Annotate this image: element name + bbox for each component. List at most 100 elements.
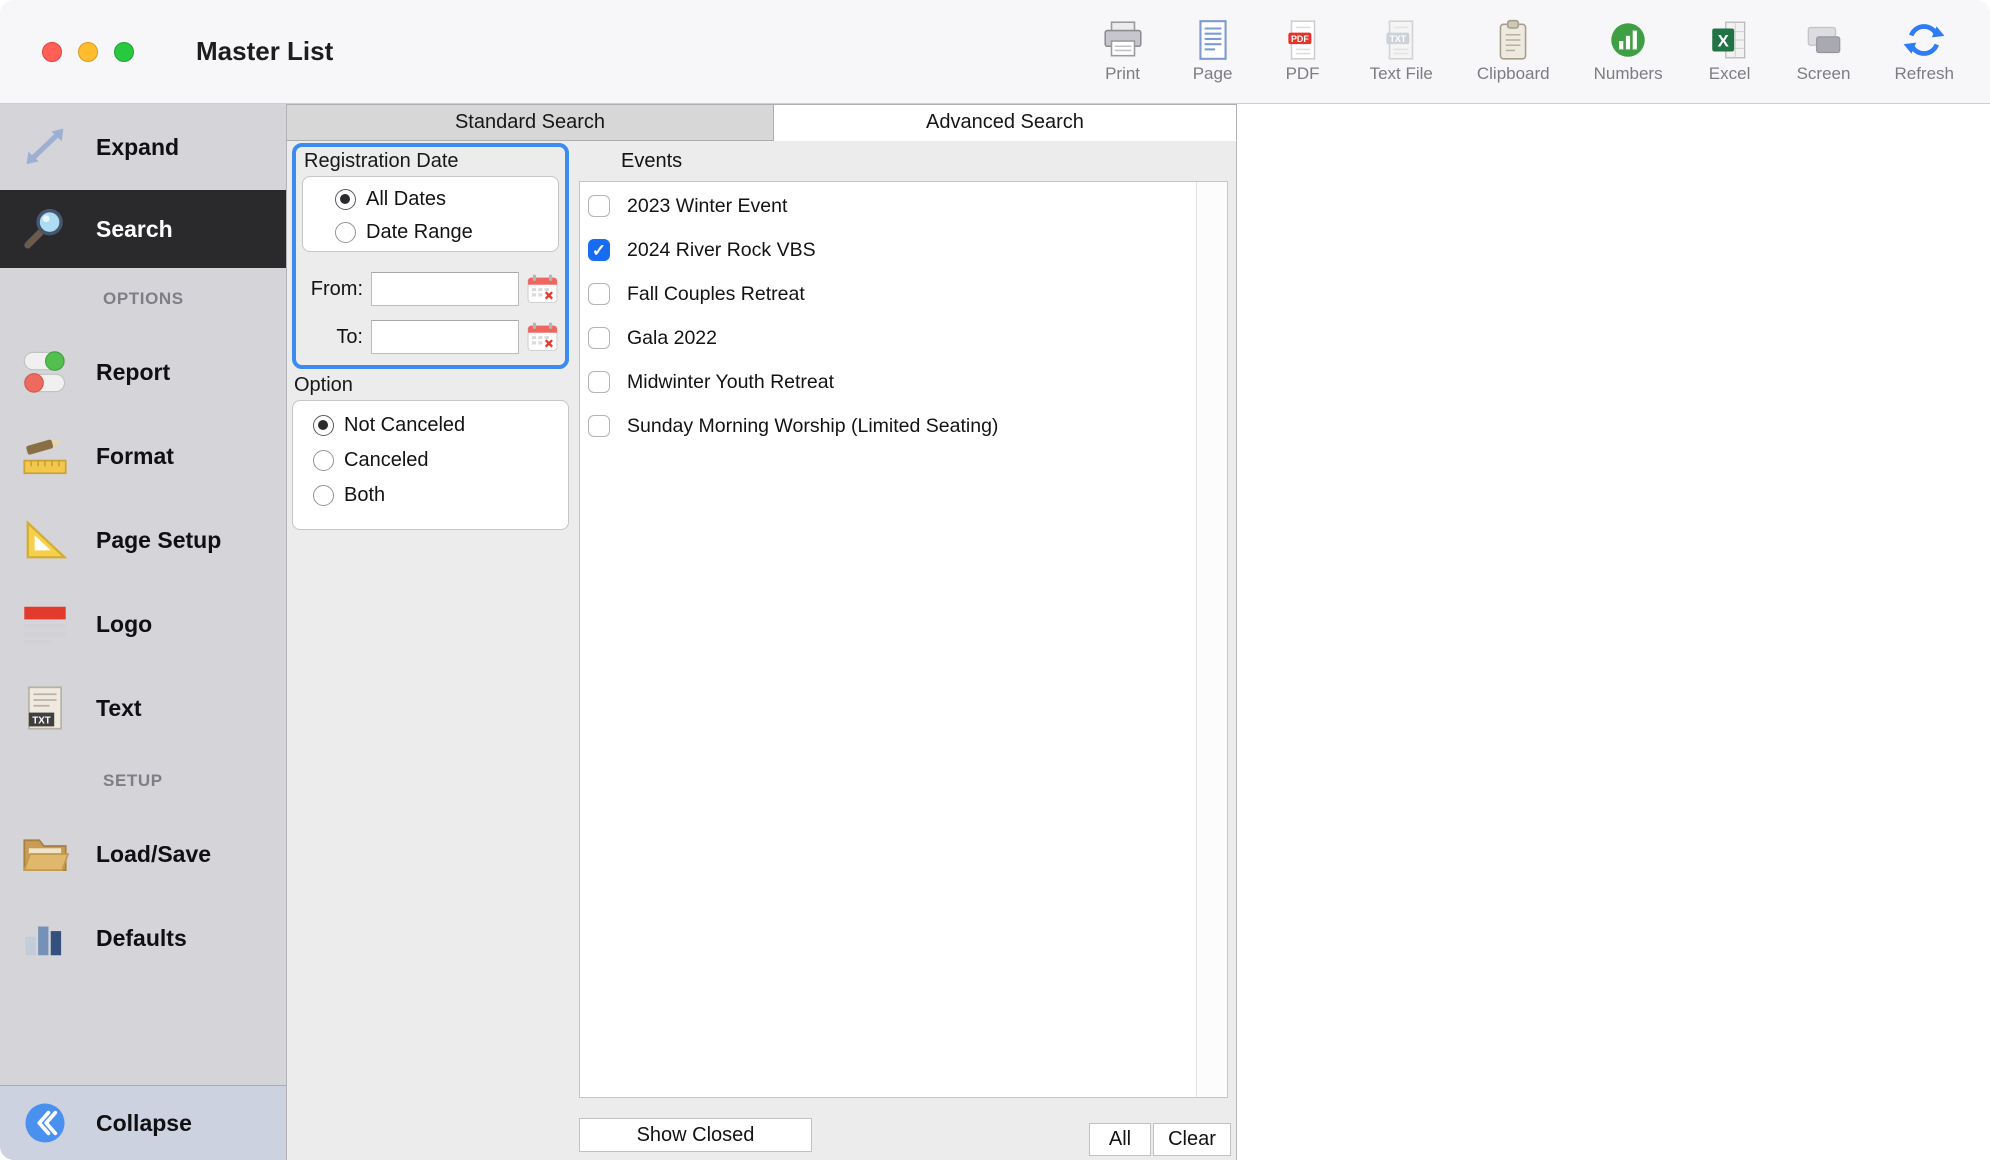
toolbar-pdf-button[interactable]: PDF PDF: [1280, 19, 1326, 84]
excel-icon: X: [1707, 19, 1753, 61]
event-checkbox[interactable]: [588, 415, 610, 437]
sidebar-item-load-save[interactable]: Load/Save: [0, 812, 286, 896]
not-canceled-label: Not Canceled: [344, 414, 465, 437]
canceled-label: Canceled: [344, 449, 429, 472]
select-all-button[interactable]: All: [1089, 1123, 1151, 1156]
sidebar-item-format[interactable]: Format: [0, 414, 286, 498]
canceled-radio[interactable]: [313, 450, 334, 471]
from-date-input[interactable]: [371, 272, 519, 306]
app-window: Master List Print Page PDF PDF: [0, 0, 1990, 1160]
to-label: To:: [302, 326, 363, 349]
event-checkbox[interactable]: [588, 239, 610, 261]
all-dates-radio[interactable]: [335, 189, 356, 210]
search-tabs: Standard Search Advanced Search: [287, 104, 1237, 141]
to-calendar-button[interactable]: [526, 322, 559, 352]
date-range-radio[interactable]: [335, 222, 356, 243]
date-range-fields: From: To:: [302, 265, 559, 361]
to-date-input[interactable]: [371, 320, 519, 354]
toolbar-page-button[interactable]: Page: [1190, 19, 1236, 84]
from-date-row: From:: [302, 265, 559, 313]
clipboard-icon: [1490, 19, 1536, 61]
registration-date-group: Registration Date All Dates Date Range F…: [292, 143, 569, 369]
event-row[interactable]: Fall Couples Retreat: [580, 272, 1196, 316]
event-checkbox[interactable]: [588, 327, 610, 349]
refresh-icon: [1901, 19, 1947, 61]
from-calendar-button[interactable]: [526, 274, 559, 304]
toolbar-print-button[interactable]: Print: [1100, 19, 1146, 84]
event-label: Fall Couples Retreat: [627, 283, 805, 306]
svg-text:TXT: TXT: [32, 716, 50, 727]
event-checkbox[interactable]: [588, 283, 610, 305]
toolbar-numbers-label: Numbers: [1594, 64, 1663, 84]
registration-date-title: Registration Date: [304, 150, 559, 173]
radio-both[interactable]: Both: [313, 481, 568, 510]
text-document-icon: TXT: [18, 685, 72, 731]
sidebar-logo-label: Logo: [96, 611, 152, 638]
toolbar-print-label: Print: [1105, 64, 1140, 84]
option-radio-box: Not Canceled Canceled Both: [292, 400, 569, 530]
toolbar-text-file-button[interactable]: TXT Text File: [1370, 19, 1433, 84]
to-date-row: To:: [302, 313, 559, 361]
sidebar-search-label: Search: [96, 216, 173, 243]
sidebar-item-collapse[interactable]: Collapse: [0, 1085, 286, 1160]
zoom-button[interactable]: [114, 42, 134, 62]
toolbar-page-label: Page: [1193, 64, 1233, 84]
expand-icon: [18, 124, 72, 170]
option-group: Option Not Canceled Canceled Both: [292, 373, 569, 530]
sidebar-item-logo[interactable]: Logo: [0, 582, 286, 666]
sidebar-item-search[interactable]: Search: [0, 190, 286, 268]
calendar-icon: [526, 322, 559, 352]
event-row[interactable]: Gala 2022: [580, 316, 1196, 360]
event-row[interactable]: 2024 River Rock VBS: [580, 228, 1196, 272]
event-checkbox[interactable]: [588, 195, 610, 217]
both-label: Both: [344, 484, 385, 507]
svg-text:X: X: [1717, 31, 1728, 50]
events-title: Events: [621, 150, 682, 173]
events-scrollbar-track[interactable]: [1196, 182, 1227, 1097]
toolbar-excel-button[interactable]: X Excel: [1707, 19, 1753, 84]
not-canceled-radio[interactable]: [313, 415, 334, 436]
radio-all-dates[interactable]: All Dates: [335, 185, 558, 214]
both-radio[interactable]: [313, 485, 334, 506]
events-list-box: 2023 Winter Event 2024 River Rock VBS Fa…: [579, 181, 1228, 1098]
sidebar-page-setup-label: Page Setup: [96, 527, 221, 554]
minimize-button[interactable]: [78, 42, 98, 62]
event-row[interactable]: Sunday Morning Worship (Limited Seating): [580, 404, 1196, 448]
sidebar-item-report[interactable]: Report: [0, 330, 286, 414]
all-dates-label: All Dates: [366, 188, 446, 211]
svg-text:TXT: TXT: [1390, 34, 1407, 44]
traffic-lights: [42, 42, 134, 62]
sidebar-item-page-setup[interactable]: Page Setup: [0, 498, 286, 582]
defaults-buildings-icon: [18, 915, 72, 961]
toolbar-pdf-label: PDF: [1286, 64, 1320, 84]
show-closed-button[interactable]: Show Closed: [579, 1118, 812, 1152]
toolbar-text-file-label: Text File: [1370, 64, 1433, 84]
event-label: Sunday Morning Worship (Limited Seating): [627, 415, 998, 438]
toolbar-refresh-button[interactable]: Refresh: [1894, 19, 1954, 84]
event-checkbox[interactable]: [588, 371, 610, 393]
toolbar-screen-button[interactable]: Screen: [1797, 19, 1851, 84]
event-row[interactable]: 2023 Winter Event: [580, 184, 1196, 228]
sidebar-collapse-label: Collapse: [96, 1110, 192, 1137]
radio-not-canceled[interactable]: Not Canceled: [313, 411, 568, 440]
tab-advanced-search[interactable]: Advanced Search: [774, 104, 1237, 141]
toolbar-numbers-button[interactable]: Numbers: [1594, 19, 1663, 84]
radio-canceled[interactable]: Canceled: [313, 446, 568, 475]
sidebar-report-label: Report: [96, 359, 170, 386]
event-row[interactable]: Midwinter Youth Retreat: [580, 360, 1196, 404]
close-button[interactable]: [42, 42, 62, 62]
printer-icon: [1100, 19, 1146, 61]
sidebar-item-text[interactable]: TXT Text: [0, 666, 286, 750]
toolbar-screen-label: Screen: [1797, 64, 1851, 84]
sidebar-item-expand[interactable]: Expand: [0, 104, 286, 190]
sidebar-format-label: Format: [96, 443, 174, 470]
radio-date-range[interactable]: Date Range: [335, 218, 558, 247]
sidebar-item-defaults[interactable]: Defaults: [0, 896, 286, 980]
sidebar-text-label: Text: [96, 695, 142, 722]
numbers-icon: [1605, 19, 1651, 61]
clear-selection-button[interactable]: Clear: [1153, 1123, 1231, 1156]
toolbar-clipboard-button[interactable]: Clipboard: [1477, 19, 1550, 84]
window-title: Master List: [196, 36, 333, 67]
event-label: 2023 Winter Event: [627, 195, 787, 218]
tab-standard-search[interactable]: Standard Search: [287, 104, 774, 141]
